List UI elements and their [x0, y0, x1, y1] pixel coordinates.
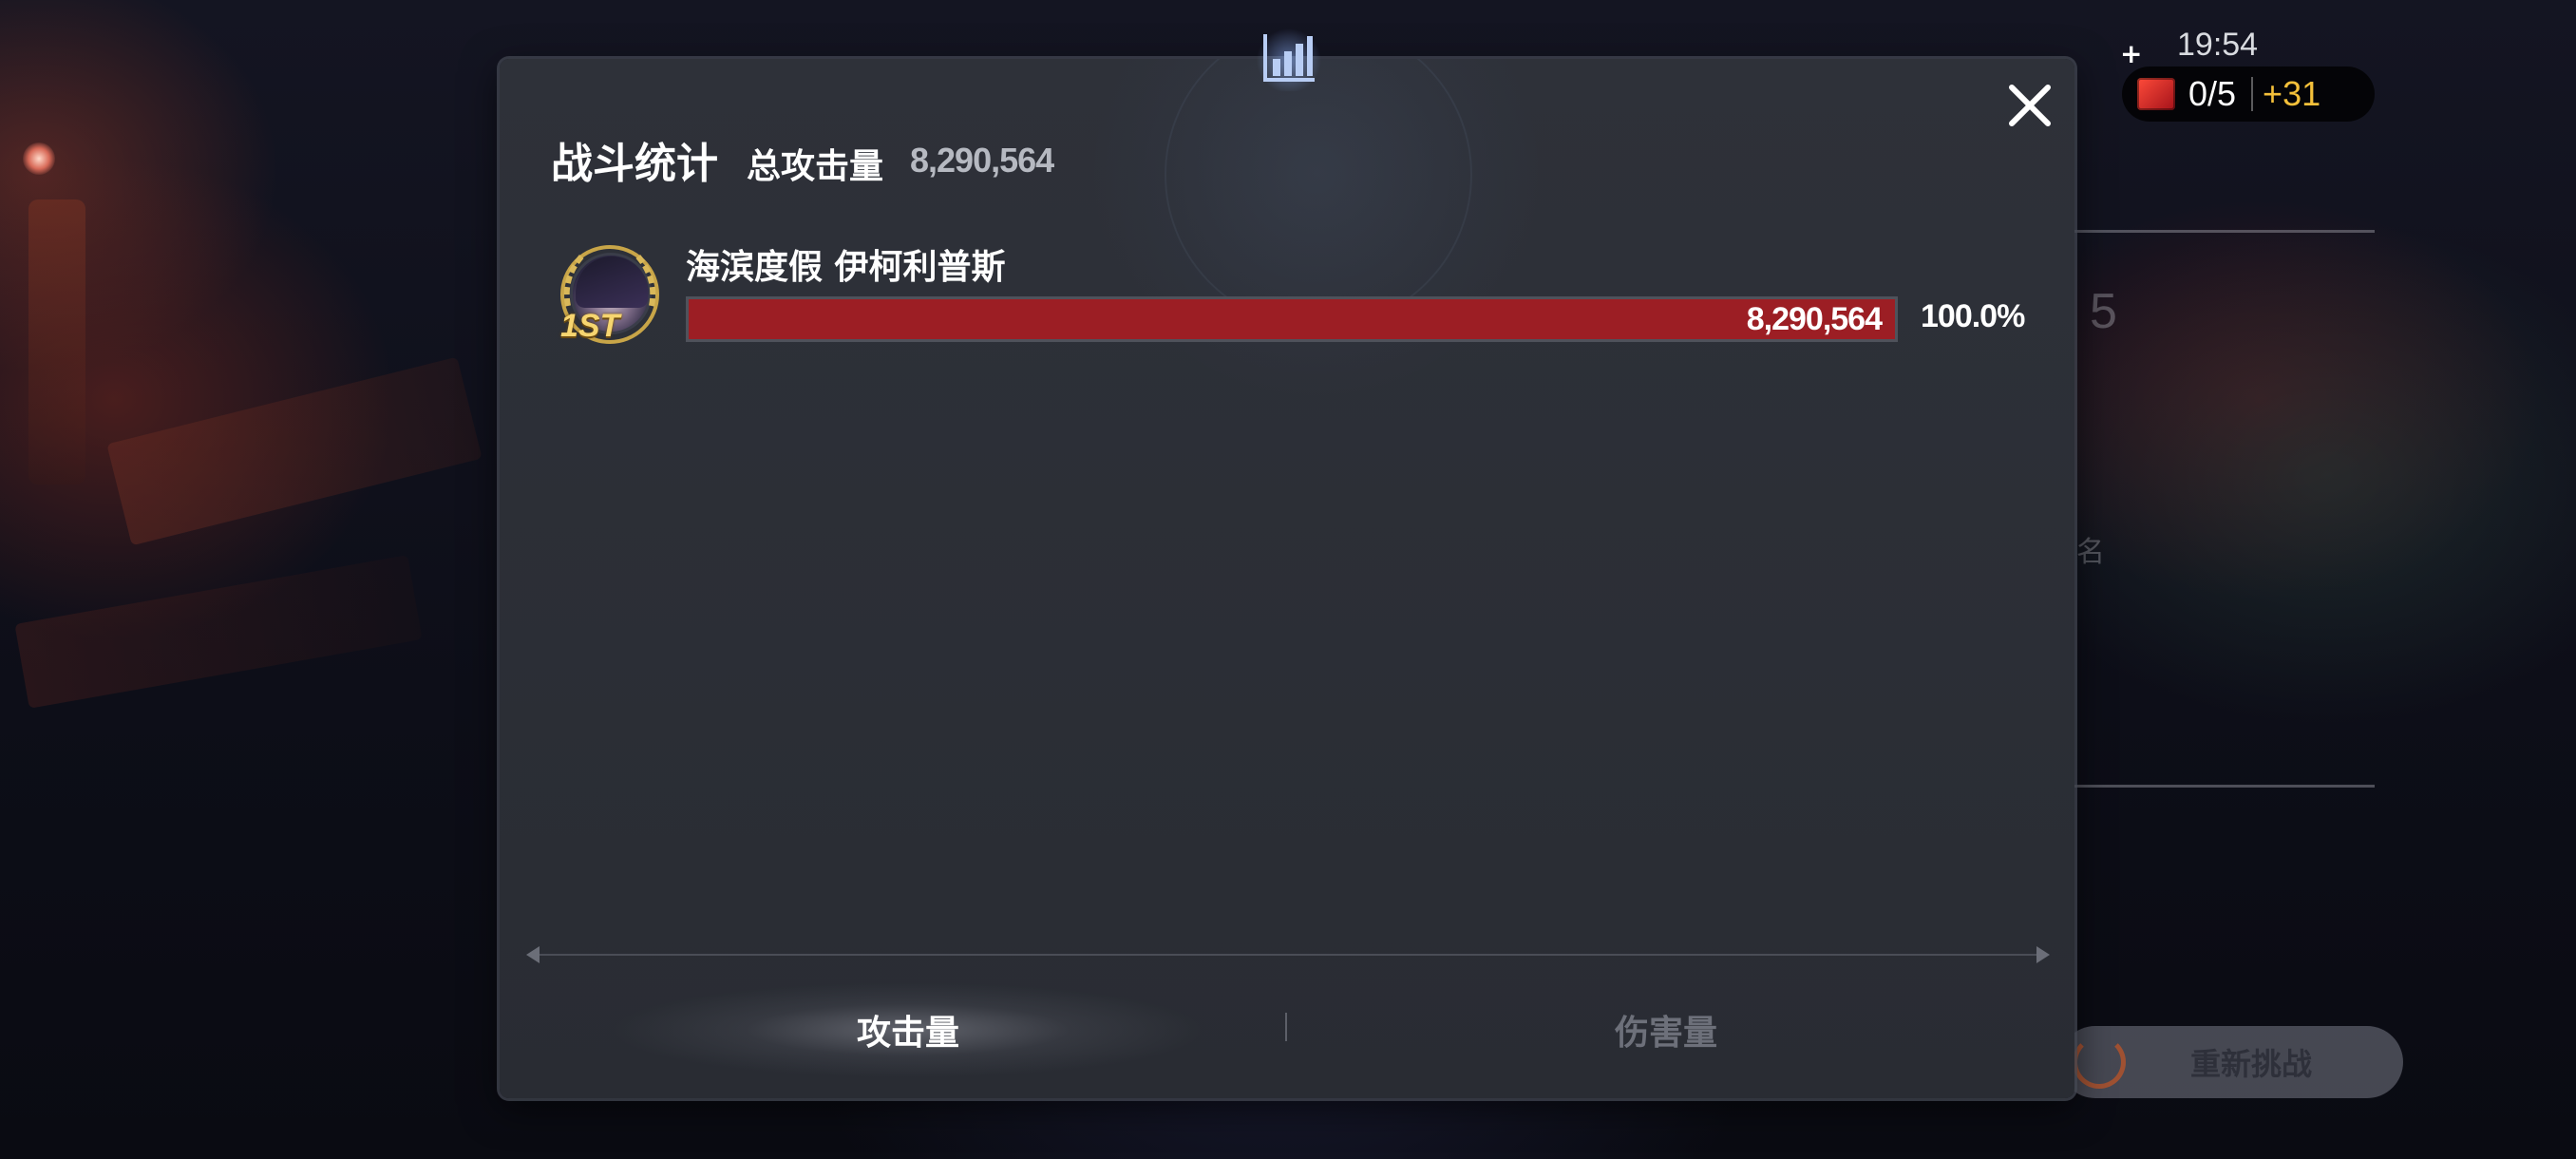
refresh-icon [2073, 1036, 2126, 1089]
dialog-title: 战斗统计 [551, 140, 718, 188]
rank-badge: 1ST [560, 308, 620, 344]
total-attack-value: 8,290,564 [910, 141, 1054, 180]
ticket-icon [2137, 78, 2175, 110]
tab-separator [1285, 1013, 1287, 1041]
close-icon[interactable] [2004, 80, 2055, 131]
background-lamp [23, 142, 55, 175]
character-name: 海滨度假 伊柯利普斯 [686, 248, 1006, 287]
stamina-counter[interactable]: 0/5 +31 [2122, 66, 2375, 122]
bar-chart-icon [1257, 28, 1321, 91]
tab-attack-label: 攻击量 [856, 1014, 959, 1053]
background-label: 名 [2076, 537, 2105, 568]
stamina-bonus: +31 [2263, 74, 2321, 113]
attack-bar-track: 8,290,564 [686, 296, 1898, 342]
stamina-separator [2251, 77, 2254, 111]
divider-arrow-left-icon [526, 946, 540, 963]
stamina-value: 0/5 [2188, 74, 2237, 113]
background-divider [2074, 785, 2375, 788]
retry-button[interactable]: 重新挑战 [2059, 1026, 2403, 1098]
tab-attack-amount[interactable]: 攻击量 [604, 980, 1212, 1079]
background-divider [2074, 230, 2375, 233]
divider-arrow-right-icon [2036, 946, 2050, 963]
clock: 19:54 [2177, 27, 2259, 63]
attack-bar-fill [689, 299, 1895, 339]
attack-share-percent: 100.0% [1921, 298, 2025, 334]
add-stamina-icon[interactable]: + [2120, 38, 2142, 69]
tab-damage-label: 伤害量 [1614, 1014, 1717, 1053]
tab-damage-amount[interactable]: 伤害量 [1362, 980, 1970, 1079]
battle-stats-dialog [500, 59, 2074, 1098]
total-attack-label: 总攻击量 [747, 147, 884, 186]
background-pillar [28, 200, 85, 484]
background-number: 5 [2090, 284, 2117, 339]
footer-divider [528, 954, 2046, 956]
attack-bar-value: 8,290,564 [1746, 301, 1883, 337]
retry-label: 重新挑战 [2190, 1046, 2313, 1082]
